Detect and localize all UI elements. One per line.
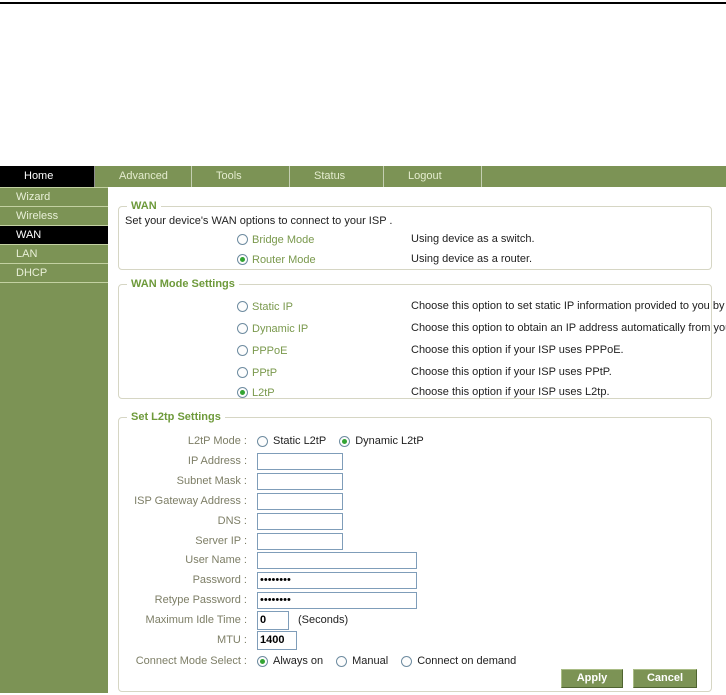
l2tp-settings-legend: Set L2tp Settings bbox=[127, 411, 225, 423]
dynamic-ip-description: Choose this option to obtain an IP addre… bbox=[411, 322, 726, 334]
tab-status[interactable]: Status bbox=[290, 166, 384, 187]
pppoe-radio[interactable] bbox=[237, 345, 248, 356]
dynamic-ip-label: Dynamic IP bbox=[252, 323, 308, 335]
password-row: Password : bbox=[119, 571, 417, 589]
pppoe-description: Choose this option if your ISP uses PPPo… bbox=[411, 344, 726, 356]
l2tp-radio[interactable] bbox=[237, 387, 248, 398]
pppoe-label: PPPoE bbox=[252, 345, 287, 357]
retype-password-label: Retype Password : bbox=[119, 594, 247, 606]
tab-advanced[interactable]: Advanced bbox=[95, 166, 192, 187]
router-mode-label: Router Mode bbox=[252, 254, 316, 266]
user-name-input[interactable] bbox=[257, 552, 417, 569]
navbar-filler bbox=[482, 166, 726, 187]
ip-address-label: IP Address : bbox=[119, 455, 247, 467]
static-l2tp-radio[interactable] bbox=[257, 436, 268, 447]
l2tp-mode-row: L2tP Mode : Static L2tP Dynamic L2tP bbox=[119, 432, 432, 450]
bridge-mode-description: Using device as a switch. bbox=[411, 233, 726, 245]
l2tp-settings-fieldset: Set L2tp Settings L2tP Mode : Static L2t… bbox=[118, 417, 712, 692]
sidebar: Wizard Wireless WAN LAN DHCP bbox=[0, 187, 108, 693]
router-mode-radio[interactable] bbox=[237, 254, 248, 265]
manual-label: Manual bbox=[352, 655, 388, 667]
subnet-mask-label: Subnet Mask : bbox=[119, 475, 247, 487]
manual-radio[interactable] bbox=[336, 656, 347, 667]
retype-password-input[interactable] bbox=[257, 592, 417, 609]
sidebar-item-wizard[interactable]: Wizard bbox=[0, 187, 108, 207]
sidebar-item-dhcp[interactable]: DHCP bbox=[0, 264, 108, 283]
max-idle-row: Maximum Idle Time : (Seconds) bbox=[119, 610, 348, 630]
always-on-radio[interactable] bbox=[257, 656, 268, 667]
l2tp-label: L2tP bbox=[252, 387, 275, 399]
password-input[interactable] bbox=[257, 572, 417, 589]
connect-on-demand-label: Connect on demand bbox=[417, 655, 516, 667]
bridge-mode-radio[interactable] bbox=[237, 234, 248, 245]
dynamic-ip-row: Dynamic IP Choose this option to obtain … bbox=[237, 322, 308, 335]
server-ip-label: Server IP : bbox=[119, 535, 247, 547]
wan-mode-fieldset: WAN Mode Settings Static IP Choose this … bbox=[118, 284, 712, 399]
wan-intro-text: Set your device's WAN options to connect… bbox=[125, 215, 392, 227]
dynamic-l2tp-radio[interactable] bbox=[339, 436, 350, 447]
seconds-note: (Seconds) bbox=[298, 614, 348, 626]
retype-password-row: Retype Password : bbox=[119, 591, 417, 609]
pptp-row: PPtP Choose this option if your ISP uses… bbox=[237, 366, 277, 379]
subnet-mask-input[interactable] bbox=[257, 473, 343, 490]
wan-mode-legend: WAN Mode Settings bbox=[127, 278, 239, 290]
apply-button[interactable]: Apply bbox=[561, 669, 623, 688]
connect-mode-label: Connect Mode Select : bbox=[119, 655, 247, 667]
server-ip-row: Server IP : bbox=[119, 532, 343, 550]
isp-gateway-row: ISP Gateway Address : bbox=[119, 492, 343, 510]
sidebar-item-lan[interactable]: LAN bbox=[0, 245, 108, 264]
tab-logout[interactable]: Logout bbox=[384, 166, 482, 187]
top-navbar: Home Advanced Tools Status Logout bbox=[0, 166, 726, 187]
wan-legend: WAN bbox=[127, 200, 161, 212]
static-ip-row: Static IP Choose this option to set stat… bbox=[237, 300, 293, 313]
dynamic-ip-radio[interactable] bbox=[237, 323, 248, 334]
tab-home[interactable]: Home bbox=[0, 166, 95, 187]
static-ip-radio[interactable] bbox=[237, 301, 248, 312]
l2tp-mode-label: L2tP Mode : bbox=[119, 435, 247, 447]
router-mode-description: Using device as a router. bbox=[411, 253, 726, 265]
connect-on-demand-radio[interactable] bbox=[401, 656, 412, 667]
user-name-row: User Name : bbox=[119, 551, 417, 569]
max-idle-label: Maximum Idle Time : bbox=[119, 614, 247, 626]
cancel-button[interactable]: Cancel bbox=[633, 669, 697, 688]
l2tp-row: L2tP Choose this option if your ISP uses… bbox=[237, 386, 275, 399]
mtu-label: MTU : bbox=[119, 634, 247, 646]
static-ip-label: Static IP bbox=[252, 301, 293, 313]
router-admin-page: Home Advanced Tools Status Logout Wizard… bbox=[0, 0, 726, 695]
pppoe-row: PPPoE Choose this option if your ISP use… bbox=[237, 344, 287, 357]
mtu-row: MTU : bbox=[119, 630, 297, 650]
ip-address-input[interactable] bbox=[257, 453, 343, 470]
pptp-description: Choose this option if your ISP uses PPtP… bbox=[411, 366, 726, 378]
dynamic-l2tp-label: Dynamic L2tP bbox=[355, 435, 423, 447]
router-mode-row: Router Mode Using device as a router. bbox=[237, 253, 316, 266]
pptp-label: PPtP bbox=[252, 367, 277, 379]
l2tp-description: Choose this option if your ISP uses L2tp… bbox=[411, 386, 726, 398]
subnet-mask-row: Subnet Mask : bbox=[119, 472, 343, 490]
sidebar-item-wan[interactable]: WAN bbox=[0, 226, 108, 245]
user-name-label: User Name : bbox=[119, 554, 247, 566]
static-ip-description: Choose this option to set static IP info… bbox=[411, 300, 726, 312]
isp-gateway-label: ISP Gateway Address : bbox=[119, 495, 247, 507]
password-label: Password : bbox=[119, 574, 247, 586]
isp-gateway-input[interactable] bbox=[257, 493, 343, 510]
max-idle-input[interactable] bbox=[257, 611, 289, 630]
tab-tools[interactable]: Tools bbox=[192, 166, 290, 187]
bridge-mode-label: Bridge Mode bbox=[252, 234, 314, 246]
bridge-mode-row: Bridge Mode Using device as a switch. bbox=[237, 233, 314, 246]
pptp-radio[interactable] bbox=[237, 367, 248, 378]
mtu-input[interactable] bbox=[257, 631, 297, 650]
connect-mode-row: Connect Mode Select : Always on Manual C… bbox=[119, 652, 524, 670]
top-divider-line bbox=[0, 2, 726, 4]
wan-fieldset: WAN Set your device's WAN options to con… bbox=[118, 206, 712, 270]
dns-label: DNS : bbox=[119, 515, 247, 527]
sidebar-item-wireless[interactable]: Wireless bbox=[0, 207, 108, 226]
server-ip-input[interactable] bbox=[257, 533, 343, 550]
ip-address-row: IP Address : bbox=[119, 452, 343, 470]
always-on-label: Always on bbox=[273, 655, 323, 667]
dns-input[interactable] bbox=[257, 513, 343, 530]
dns-row: DNS : bbox=[119, 512, 343, 530]
static-l2tp-label: Static L2tP bbox=[273, 435, 326, 447]
